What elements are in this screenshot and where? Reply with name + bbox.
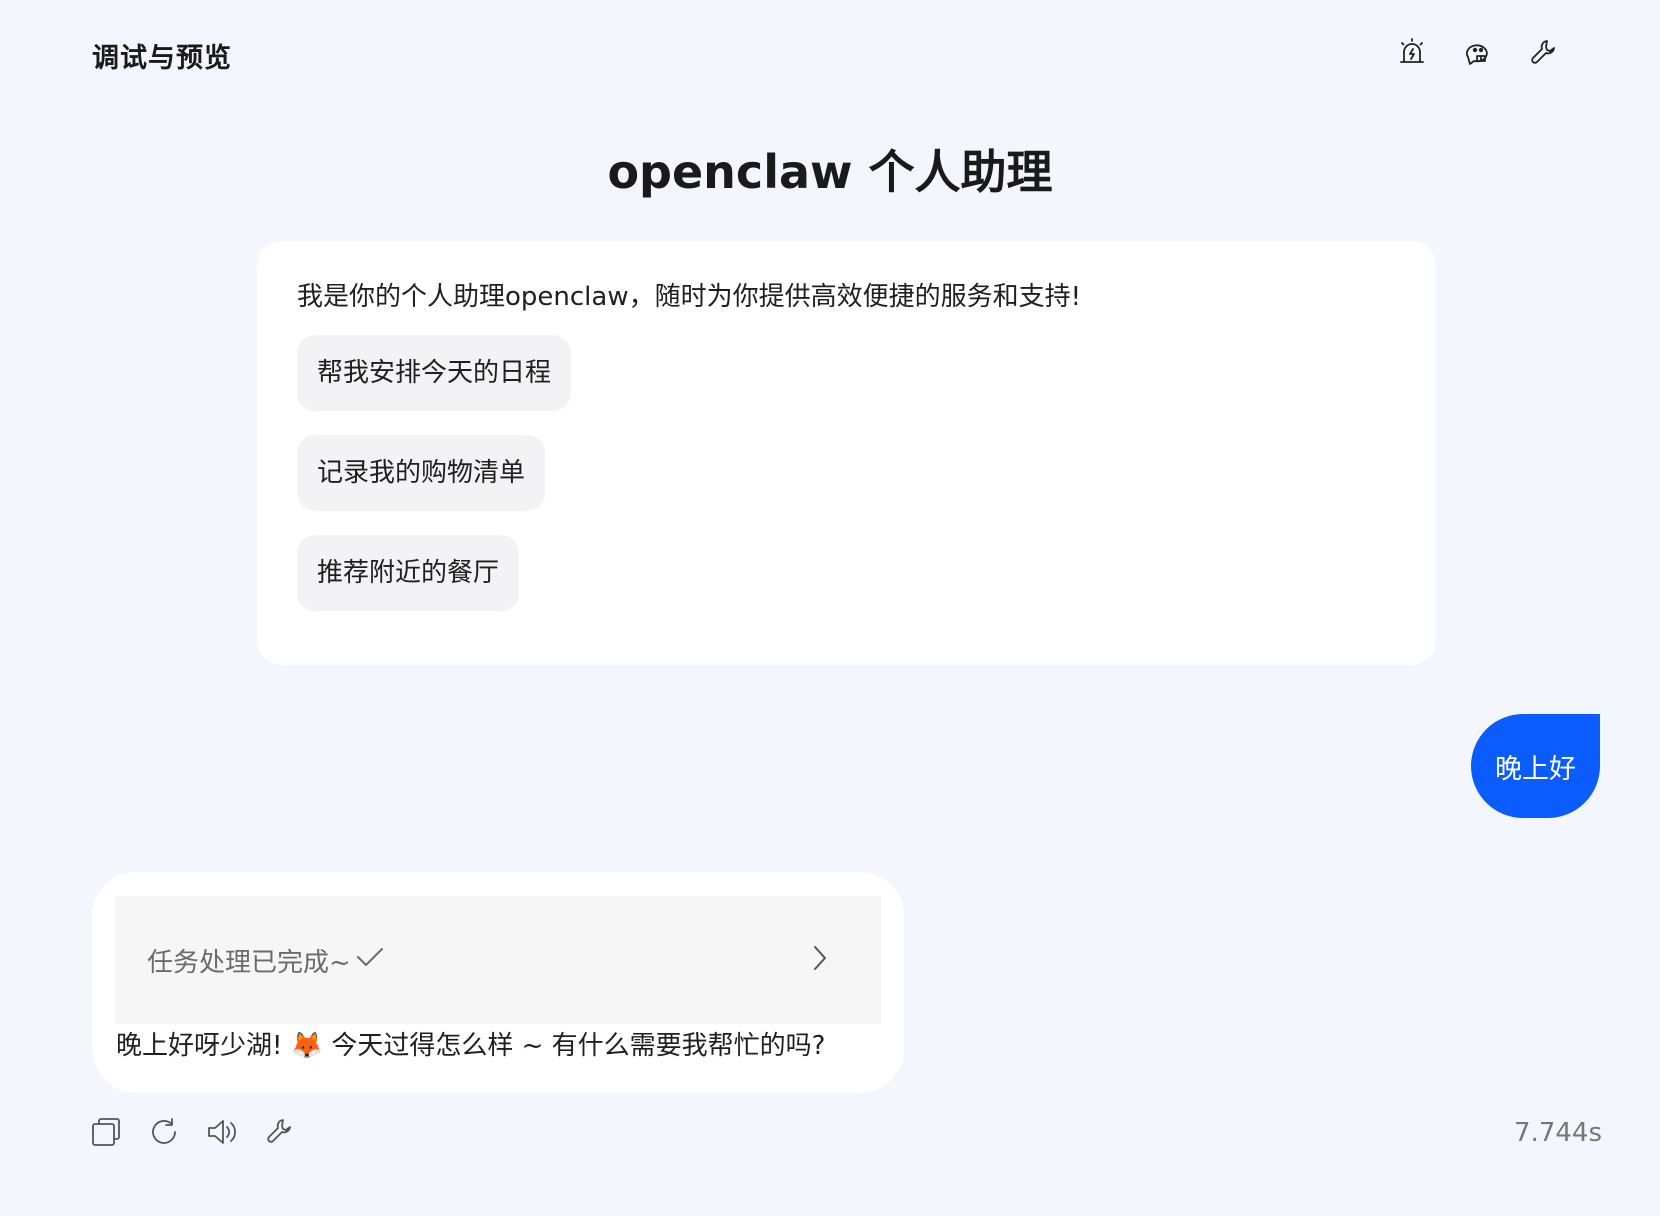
user-message-bubble: 晚上好 (1471, 714, 1600, 818)
speaker-icon[interactable] (206, 1116, 238, 1148)
welcome-message: 我是你的个人助理openclaw，随时为你提供高效便捷的服务和支持! (297, 282, 1082, 312)
response-time: 7.744s (1514, 1118, 1602, 1148)
page-title: 调试与预览 (92, 43, 232, 74)
copy-icon[interactable] (90, 1116, 122, 1148)
message-action-bar (90, 1116, 296, 1148)
header-toolbar (1396, 36, 1560, 68)
alert-lamp-icon[interactable] (1396, 36, 1428, 68)
task-status-text: 任务处理已完成~ (147, 947, 351, 978)
chat-preview-page: 调试与预览 openclaw 个人助理 我是你的个人助理openclaw，随时为… (0, 0, 1660, 1216)
bot-reply-text: 晚上好呀少湖! 🦊 今天过得怎么样 ~ 有什么需要我帮忙的吗? (116, 1031, 826, 1061)
suggestion-chip[interactable]: 记录我的购物清单 (297, 434, 546, 511)
wrench-icon[interactable] (1528, 36, 1560, 68)
bot-reply-bubble: 任务处理已完成~ 晚上好呀少湖! 🦊 今天过得怎么样 ~ 有什么需要我帮忙的吗? (92, 872, 904, 1093)
task-status-panel[interactable]: 任务处理已完成~ (115, 896, 881, 1024)
suggestion-list: 帮我安排今天的日程 记录我的购物清单 推荐附近的餐厅 (297, 334, 1396, 611)
chevron-right-icon[interactable] (811, 943, 829, 977)
bot-title: openclaw 个人助理 (607, 145, 1053, 199)
robot-chat-icon[interactable] (1462, 36, 1494, 68)
welcome-card: 我是你的个人助理openclaw，随时为你提供高效便捷的服务和支持! 帮我安排今… (257, 241, 1436, 665)
suggestion-chip[interactable]: 帮我安排今天的日程 (297, 334, 572, 411)
check-icon (355, 945, 385, 975)
refresh-icon[interactable] (148, 1116, 180, 1148)
wrench-icon[interactable] (264, 1116, 296, 1148)
user-message-text: 晚上好 (1495, 753, 1576, 785)
task-status: 任务处理已完成~ (147, 942, 385, 979)
suggestion-chip[interactable]: 推荐附近的餐厅 (297, 534, 520, 611)
